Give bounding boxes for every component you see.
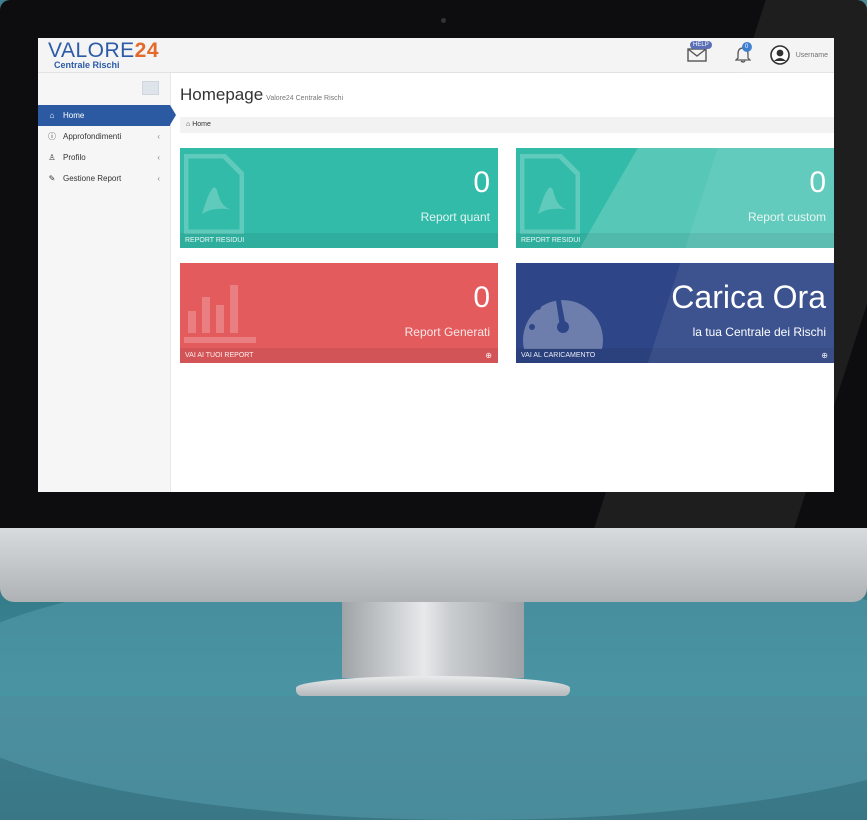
pdf-file-icon xyxy=(520,154,580,234)
sidebar-item-label: Gestione Report xyxy=(63,174,122,183)
monitor-stand-base xyxy=(296,676,570,696)
top-icons: HELP 0 Username xyxy=(680,38,834,72)
tile-label: Report custom xyxy=(747,210,826,224)
notifications-button[interactable]: 0 xyxy=(726,38,760,72)
pdf-file-icon xyxy=(184,154,244,234)
sidebar-item-profilo[interactable]: ♙ Profilo ‹ xyxy=(38,147,170,168)
logo-text: VALORE24 xyxy=(48,39,160,62)
tile-label: Report Generati xyxy=(404,325,490,339)
monitor: VALORE24 Centrale Rischi HELP 0 Username… xyxy=(0,0,867,696)
monitor-chin xyxy=(0,528,867,602)
help-mail-button[interactable]: HELP xyxy=(680,38,714,72)
logo[interactable]: VALORE24 Centrale Rischi xyxy=(48,40,159,70)
edit-icon: ✎ xyxy=(48,174,56,183)
sidebar-menu: ⌂ Home ⓘ Approfondimenti ‹ ♙ Profilo ‹ ✎… xyxy=(38,105,176,189)
main-content: Homepage Valore24 Centrale Rischi ⌂ Home … xyxy=(180,73,834,492)
mail-icon xyxy=(687,48,707,62)
page-title: Homepage Valore24 Centrale Rischi xyxy=(180,85,344,104)
tile-value: 0 xyxy=(809,166,826,199)
sidebar-item-label: Profilo xyxy=(63,153,86,162)
chevron-left-icon: ‹ xyxy=(157,132,160,141)
breadcrumb: ⌂ Home xyxy=(180,117,834,133)
home-icon: ⌂ xyxy=(49,111,55,120)
info-icon: ⓘ xyxy=(48,132,56,141)
tile-report-generati[interactable]: 0 Report Generati VAI AI TUOI REPORT ⊕ xyxy=(180,263,498,363)
sidebar-toggle-button[interactable] xyxy=(142,81,159,95)
chevron-left-icon: ‹ xyxy=(157,174,160,183)
logo-subtitle: Centrale Rischi xyxy=(54,60,120,70)
notifications-badge: 0 xyxy=(741,42,752,52)
tile-footer[interactable]: REPORT RESIDUI xyxy=(180,233,498,248)
chevron-left-icon: ‹ xyxy=(157,153,160,162)
sidebar-item-home[interactable]: ⌂ Home xyxy=(38,105,176,126)
tile-report-quant[interactable]: 0 Report quant REPORT RESIDUI xyxy=(180,148,498,248)
arrow-right-circle-icon: ⊕ xyxy=(821,351,828,360)
home-icon: ⌂ xyxy=(186,121,191,128)
user-icon: ♙ xyxy=(48,153,56,162)
tile-footer[interactable]: REPORT RESIDUI xyxy=(516,233,834,248)
breadcrumb-home-link[interactable]: Home xyxy=(192,121,211,128)
sidebar-item-label: Home xyxy=(63,111,85,120)
tile-footer[interactable]: VAI AL CARICAMENTO ⊕ xyxy=(516,348,834,363)
tile-headline: Carica Ora xyxy=(671,279,826,315)
sidebar-item-approfondimenti[interactable]: ⓘ Approfondimenti ‹ xyxy=(38,126,170,147)
help-badge: HELP xyxy=(690,41,712,49)
arrow-right-circle-icon: ⊕ xyxy=(485,351,492,360)
gauge-icon xyxy=(523,285,603,349)
camera-dot xyxy=(441,18,446,23)
sidebar-item-label: Approfondimenti xyxy=(63,132,122,141)
monitor-stand xyxy=(342,602,524,678)
sidebar: ⌂ Home ⓘ Approfondimenti ‹ ♙ Profilo ‹ ✎… xyxy=(38,73,176,492)
tile-label: Report quant xyxy=(420,210,490,224)
tile-report-custom[interactable]: 0 Report custom REPORT RESIDUI xyxy=(516,148,834,248)
username: Username xyxy=(795,51,828,59)
top-bar: VALORE24 Centrale Rischi HELP 0 Username xyxy=(38,38,834,73)
bar-chart-icon xyxy=(184,285,256,343)
avatar-icon xyxy=(769,45,790,65)
tile-label: la tua Centrale dei Rischi xyxy=(692,325,826,339)
page-subtitle: Valore24 Centrale Rischi xyxy=(266,95,344,102)
tile-footer[interactable]: VAI AI TUOI REPORT ⊕ xyxy=(180,348,498,363)
tile-carica-ora[interactable]: Carica Ora la tua Centrale dei Rischi VA… xyxy=(516,263,834,363)
user-menu[interactable]: Username xyxy=(769,45,828,65)
sidebar-item-gestione-report[interactable]: ✎ Gestione Report ‹ xyxy=(38,168,170,189)
tile-value: 0 xyxy=(473,281,490,314)
screen: VALORE24 Centrale Rischi HELP 0 Username… xyxy=(38,38,834,492)
tile-value: 0 xyxy=(473,166,490,199)
